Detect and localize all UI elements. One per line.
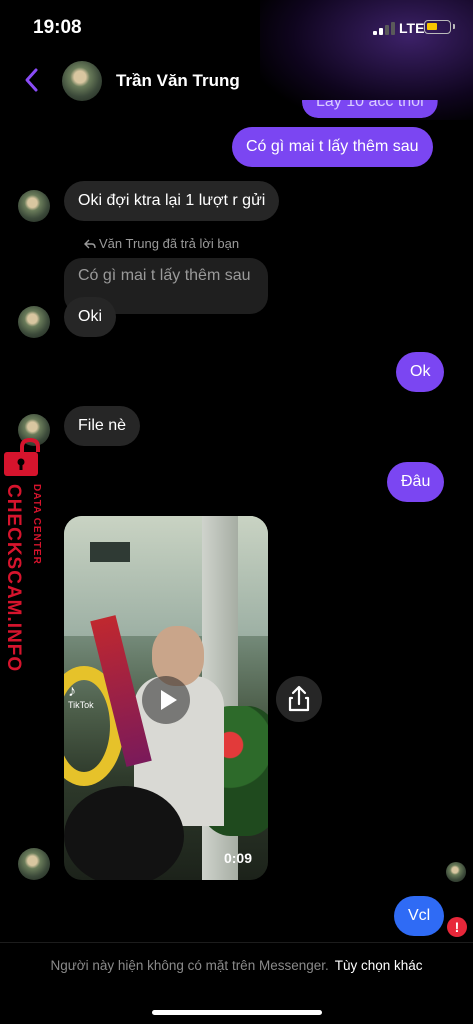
error-icon[interactable]: ! — [447, 917, 467, 937]
tiktok-icon: ♪ — [68, 683, 76, 700]
message-in-2[interactable]: Oki — [64, 297, 116, 337]
contact-avatar[interactable] — [62, 61, 102, 101]
lock-icon — [2, 437, 50, 478]
more-options-link[interactable]: Tùy chọn khác — [335, 958, 423, 973]
message-out-2[interactable]: Ok — [396, 352, 445, 392]
reply-icon — [84, 239, 96, 249]
contact-avatar-small — [18, 190, 50, 222]
footer-info: Người này hiện không có mặt trên Messeng… — [50, 958, 329, 973]
home-indicator[interactable] — [152, 1010, 322, 1015]
video-message[interactable]: ♪ TikTok 0:09 — [64, 516, 268, 880]
message-in-1[interactable]: Oki đợi ktra lại 1 lượt r gửi — [64, 181, 280, 221]
contact-name[interactable]: Trần Văn Trung — [116, 71, 240, 91]
message-out-3[interactable]: Đâu — [387, 462, 445, 502]
network-label: LTE — [399, 20, 425, 36]
footer-divider — [0, 942, 473, 943]
message-out-1[interactable]: Có gì mai t lấy thêm sau — [232, 127, 433, 167]
message-in-3[interactable]: File nè — [64, 406, 141, 446]
status-time: 19:08 — [33, 17, 82, 38]
contact-avatar-small — [18, 306, 50, 338]
message-out-4[interactable]: Vcl — [394, 896, 445, 936]
footer-notice: Người này hiện không có mặt trên Messeng… — [0, 958, 473, 973]
back-icon[interactable] — [22, 66, 42, 94]
share-icon[interactable] — [276, 676, 322, 722]
play-icon[interactable] — [142, 676, 190, 724]
tiktok-logo: ♪ TikTok — [68, 683, 94, 711]
video-duration: 0:09 — [223, 850, 252, 866]
tiktok-label: TikTok — [68, 700, 94, 710]
watermark-title: CHECKSCAM.INFO — [3, 484, 24, 673]
battery-icon — [424, 20, 455, 34]
chat-header: Trần Văn Trung — [0, 56, 473, 106]
read-receipt-avatar — [446, 862, 466, 882]
status-bar: 19:08 LTE — [0, 0, 473, 56]
reply-note: Văn Trung đã trả lời bạn — [84, 236, 239, 251]
watermark-subtitle: DATA CENTER — [31, 484, 42, 565]
reply-note-text: Văn Trung đã trả lời bạn — [99, 236, 240, 251]
signal-icon — [373, 22, 397, 35]
contact-avatar-small — [18, 848, 50, 880]
